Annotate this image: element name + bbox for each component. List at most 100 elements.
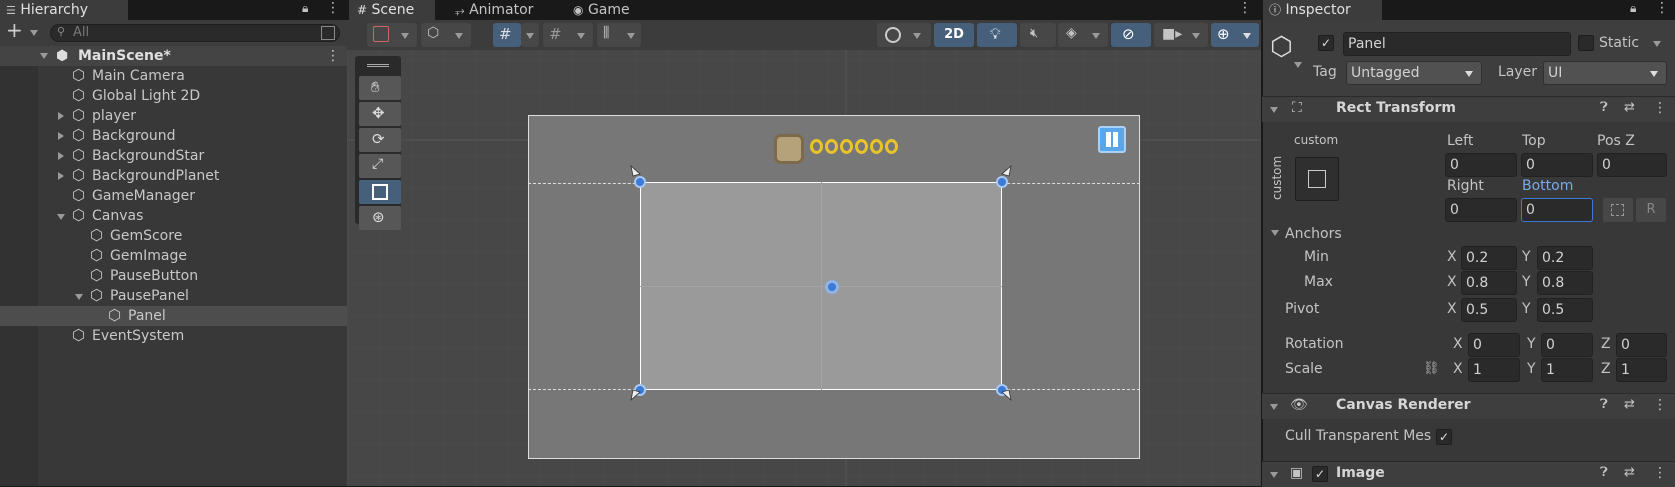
min-y-input[interactable]: 0.2 (1537, 246, 1593, 270)
object-name-input[interactable]: Panel (1343, 32, 1571, 56)
image-icon: ▣ (1290, 465, 1304, 481)
pivot-x-input[interactable]: 0.5 (1461, 298, 1517, 322)
rotation-z-input[interactable]: 0 (1616, 333, 1667, 357)
bottom-input[interactable]: 0 (1521, 198, 1593, 222)
lighting-toggle-button[interactable]: 💡︎ (977, 23, 1017, 47)
more-icon[interactable]: ⋮ (326, 0, 340, 16)
lock-icon[interactable]: 🔒︎ (302, 1, 308, 16)
rotation-label: Rotation (1285, 336, 1344, 352)
anchors-label: Anchors (1285, 226, 1342, 242)
camera-dropdown[interactable]: ■▸ (1154, 23, 1208, 47)
list-icon: ☰ (6, 4, 16, 17)
draw-mode-dropdown[interactable] (367, 23, 417, 47)
posz-input[interactable]: 0 (1597, 153, 1667, 177)
tag-dropdown[interactable]: Untagged (1346, 61, 1482, 85)
scale-tool-button[interactable]: ⤢ (359, 154, 401, 178)
increment-snap-button[interactable]: ⫼ (597, 23, 641, 47)
more-icon[interactable]: ⋮ (1653, 100, 1667, 116)
chevron-down-icon[interactable] (57, 214, 65, 220)
preset-icon[interactable]: ⇄ (1624, 100, 1635, 115)
help-icon[interactable]: ❓︎ (1600, 465, 1608, 480)
scene-viewport[interactable] (347, 50, 1261, 486)
grid-toggle-button[interactable]: # (493, 23, 521, 47)
add-button[interactable]: + (4, 18, 44, 42)
more-icon[interactable]: ⋮ (326, 46, 340, 66)
snap-button[interactable]: # (543, 23, 593, 47)
right-input[interactable]: 0 (1445, 198, 1517, 222)
hand-tool-button[interactable]: ✋︎ (359, 76, 401, 100)
toggle-2d-button[interactable]: 2D (934, 23, 974, 47)
pivot-y-input[interactable]: 0.5 (1537, 298, 1593, 322)
tab-hierarchy[interactable]: ☰ Hierarchy (0, 0, 128, 20)
preset-icon[interactable]: ⇄ (1624, 465, 1635, 480)
image-enabled-checkbox[interactable]: ✓ (1312, 466, 1328, 482)
pivot-y-label: Y (1522, 301, 1531, 317)
transform-tool-button[interactable]: ⊛ (359, 206, 401, 230)
chevron-right-icon[interactable] (58, 172, 64, 180)
constrain-proportions-icon[interactable]: ⛓︎ (1423, 361, 1440, 376)
rotation-x-input[interactable]: 0 (1468, 333, 1520, 357)
preset-icon[interactable]: ⇄ (1624, 397, 1635, 412)
pivot-handle[interactable] (825, 280, 839, 294)
hierarchy-item-label: GemImage (110, 248, 187, 264)
chevron-right-icon[interactable] (58, 132, 64, 140)
search-input[interactable]: ⚲ All (50, 24, 340, 42)
raw-edit-button[interactable]: R (1636, 198, 1666, 222)
help-icon[interactable]: ❓︎ (1600, 397, 1608, 412)
search-filter-icon[interactable] (321, 26, 335, 40)
hidden-objects-toggle[interactable]: ⊘ (1111, 23, 1151, 47)
cull-transparent-checkbox[interactable]: ✓ (1436, 429, 1452, 445)
more-icon[interactable]: ⋮ (1653, 465, 1667, 481)
rect-transform-header[interactable]: ⛶ Rect Transform ❓︎ ⇄ ⋮ (1262, 96, 1675, 122)
chevron-down-icon[interactable] (75, 294, 83, 300)
hierarchy-item-label: Canvas (92, 208, 144, 224)
min-label: Min (1304, 249, 1329, 265)
tab-inspector[interactable]: ⓘ Inspector (1263, 0, 1382, 20)
chevron-down-icon (1092, 33, 1100, 39)
more-icon[interactable]: ⋮ (1655, 0, 1669, 16)
rotation-y-input[interactable]: 0 (1541, 333, 1593, 357)
rect-tool-button[interactable] (359, 180, 401, 204)
canvas-renderer-header[interactable]: 👁︎ Canvas Renderer ❓︎ ⇄ ⋮ (1262, 393, 1675, 419)
static-dropdown-icon[interactable] (1653, 41, 1661, 47)
layer-dropdown[interactable]: UI (1543, 61, 1667, 85)
shading-dropdown[interactable] (877, 23, 931, 47)
palette-grip[interactable] (367, 64, 389, 67)
scale-z-input[interactable]: 1 (1616, 358, 1667, 382)
active-checkbox[interactable]: ✓ (1318, 35, 1334, 51)
chevron-down-icon (1192, 33, 1200, 39)
top-input[interactable]: 0 (1521, 153, 1593, 177)
chevron-right-icon[interactable] (58, 112, 64, 120)
help-icon[interactable]: ❓︎ (1600, 100, 1608, 115)
lightbulb-icon: 💡︎ (990, 25, 1001, 43)
lock-icon[interactable]: 🔒︎ (1630, 1, 1636, 16)
chevron-down-icon[interactable] (1271, 230, 1279, 236)
effects-dropdown[interactable]: ◈ (1058, 23, 1108, 47)
more-icon[interactable]: ⋮ (1238, 0, 1252, 16)
left-input[interactable]: 0 (1445, 153, 1517, 177)
tab-animator[interactable]: ⥅ Animator (455, 0, 555, 20)
posz-label: Pos Z (1597, 133, 1635, 149)
chevron-right-icon[interactable] (58, 152, 64, 160)
max-y-input[interactable]: 0.8 (1537, 271, 1593, 295)
layers-icon: ◈ (1066, 25, 1077, 41)
max-x-input[interactable]: 0.8 (1461, 271, 1517, 295)
audio-toggle-button[interactable]: 🔇︎ (1020, 23, 1056, 47)
min-x-input[interactable]: 0.2 (1461, 246, 1517, 270)
gizmos-dropdown[interactable]: ⊕ (1211, 23, 1259, 47)
static-checkbox[interactable] (1578, 35, 1594, 51)
anchor-preset-button[interactable] (1295, 157, 1339, 201)
chevron-down-icon (1650, 71, 1658, 77)
hierarchy-item-label: BackgroundPlanet (92, 168, 220, 184)
blueprint-mode-button[interactable] (1603, 198, 1633, 222)
grid-dropdown[interactable] (521, 23, 539, 47)
scale-y-input[interactable]: 1 (1541, 358, 1593, 382)
tab-game[interactable]: ◉ Game (573, 0, 653, 20)
scale-x-input[interactable]: 1 (1468, 358, 1520, 382)
rotate-tool-button[interactable]: ⟳ (359, 128, 401, 152)
render-mode-dropdown[interactable]: ⬡ (421, 23, 471, 47)
image-header[interactable]: ▣ ✓ Image ❓︎ ⇄ ⋮ (1262, 461, 1675, 487)
move-tool-button[interactable]: ✥ (359, 102, 401, 126)
more-icon[interactable]: ⋮ (1653, 397, 1667, 413)
tab-scene[interactable]: # Scene (349, 0, 435, 20)
